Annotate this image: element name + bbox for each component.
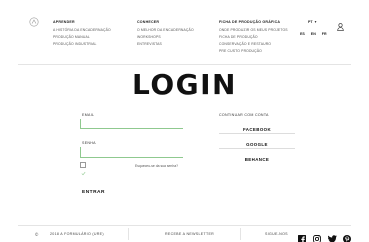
email-label: EMAIL [82, 113, 95, 117]
password-label: SENHA [82, 141, 96, 145]
brand-logo-icon[interactable] [29, 14, 39, 27]
menu-item-workshops[interactable]: WORKSHOPS [137, 35, 194, 39]
menu-item-historia[interactable]: A HISTÓRIA DA ENCADERNAÇÃO [53, 28, 111, 32]
pinterest-icon[interactable] [343, 230, 351, 242]
menu-heading-aprender[interactable]: APRENDER [53, 20, 111, 24]
facebook-icon[interactable] [298, 230, 306, 242]
language-list: ES EN FR [300, 32, 327, 36]
language-option-fr[interactable]: FR [322, 32, 327, 36]
email-value [81, 128, 83, 133]
behance-login-button[interactable]: BEHANCE [219, 156, 295, 163]
site-footer: © 2018 A FORMULÁRIO (URE) RECEBE A NEWSL… [0, 226, 369, 242]
email-field[interactable] [80, 119, 183, 129]
menu-heading-ficha[interactable]: FICHA DE PRODUÇÃO GRÁFICA [219, 20, 288, 24]
follow-label: SIGUE-NOS [265, 232, 288, 236]
menu-column-aprender: APRENDER A HISTÓRIA DA ENCADERNAÇÃO PROD… [53, 20, 111, 46]
menu-item-melhor[interactable]: O MELHOR DA ENCADERNAÇÃO [137, 28, 194, 32]
page-title: LOGIN [132, 68, 237, 101]
google-login-button[interactable]: GOOGLE [219, 141, 295, 149]
site-header: APRENDER A HISTÓRIA DA ENCADERNAÇÃO PROD… [0, 0, 369, 64]
footer-separator [128, 228, 129, 240]
header-divider [18, 64, 351, 65]
menu-heading-conhecer[interactable]: CONHECER [137, 20, 194, 24]
chevron-down-icon: ▾ [314, 20, 317, 24]
submit-button[interactable]: ENTRAR [82, 190, 105, 195]
copyright-icon: © [35, 231, 39, 237]
copyright-text: 2018 A FORMULÁRIO (URE) [50, 232, 104, 236]
menu-column-ficha: FICHA DE PRODUÇÃO GRÁFICA ONDE PRODUZIR … [219, 20, 288, 53]
user-icon[interactable] [337, 18, 344, 31]
check-icon [81, 171, 86, 176]
twitter-icon[interactable] [328, 230, 337, 242]
menu-item-ficha-producao[interactable]: FICHA DE PRODUÇÃO [219, 35, 288, 39]
menu-item-conservacao[interactable]: CONSERVAÇÃO E RESTAURO [219, 42, 288, 46]
social-login: CONTINUAR COM CONTA FACEBOOK GOOGLE BEHA… [219, 112, 295, 172]
remember-checkbox[interactable] [80, 162, 86, 176]
language-option-en[interactable]: EN [311, 32, 316, 36]
facebook-login-button[interactable]: FACEBOOK [219, 126, 295, 134]
menu-item-producao-industrial[interactable]: PRODUÇÃO INDUSTRIAL [53, 42, 111, 46]
language-option-es[interactable]: ES [300, 32, 305, 36]
password-field[interactable] [80, 147, 183, 158]
menu-item-producao-manual[interactable]: PRODUÇÃO MANUAL [53, 35, 111, 39]
login-form: EMAIL SENHA Esqueceu-se da sua senha? EN… [80, 112, 185, 202]
social-heading: CONTINUAR COM CONTA [219, 113, 269, 117]
menu-item-entrevistas[interactable]: ENTREVISTAS [137, 42, 194, 46]
menu-column-conhecer: CONHECER O MELHOR DA ENCADERNAÇÃO WORKSH… [137, 20, 194, 46]
language-selector[interactable]: PT ▾ [308, 20, 316, 24]
newsletter-link[interactable]: RECEBE A NEWSLETTER [165, 232, 214, 236]
footer-separator [240, 228, 241, 240]
language-current: PT [308, 20, 313, 24]
menu-item-onde-produzir[interactable]: ONDE PRODUZIR OS MEUS PROJETOS [219, 28, 288, 32]
forgot-password-link[interactable]: Esqueceu-se da sua senha? [135, 164, 178, 168]
menu-item-pre-custo[interactable]: PRE CUSTO PRODUÇÃO [219, 49, 288, 53]
instagram-icon[interactable] [313, 230, 321, 242]
password-value [81, 156, 83, 161]
